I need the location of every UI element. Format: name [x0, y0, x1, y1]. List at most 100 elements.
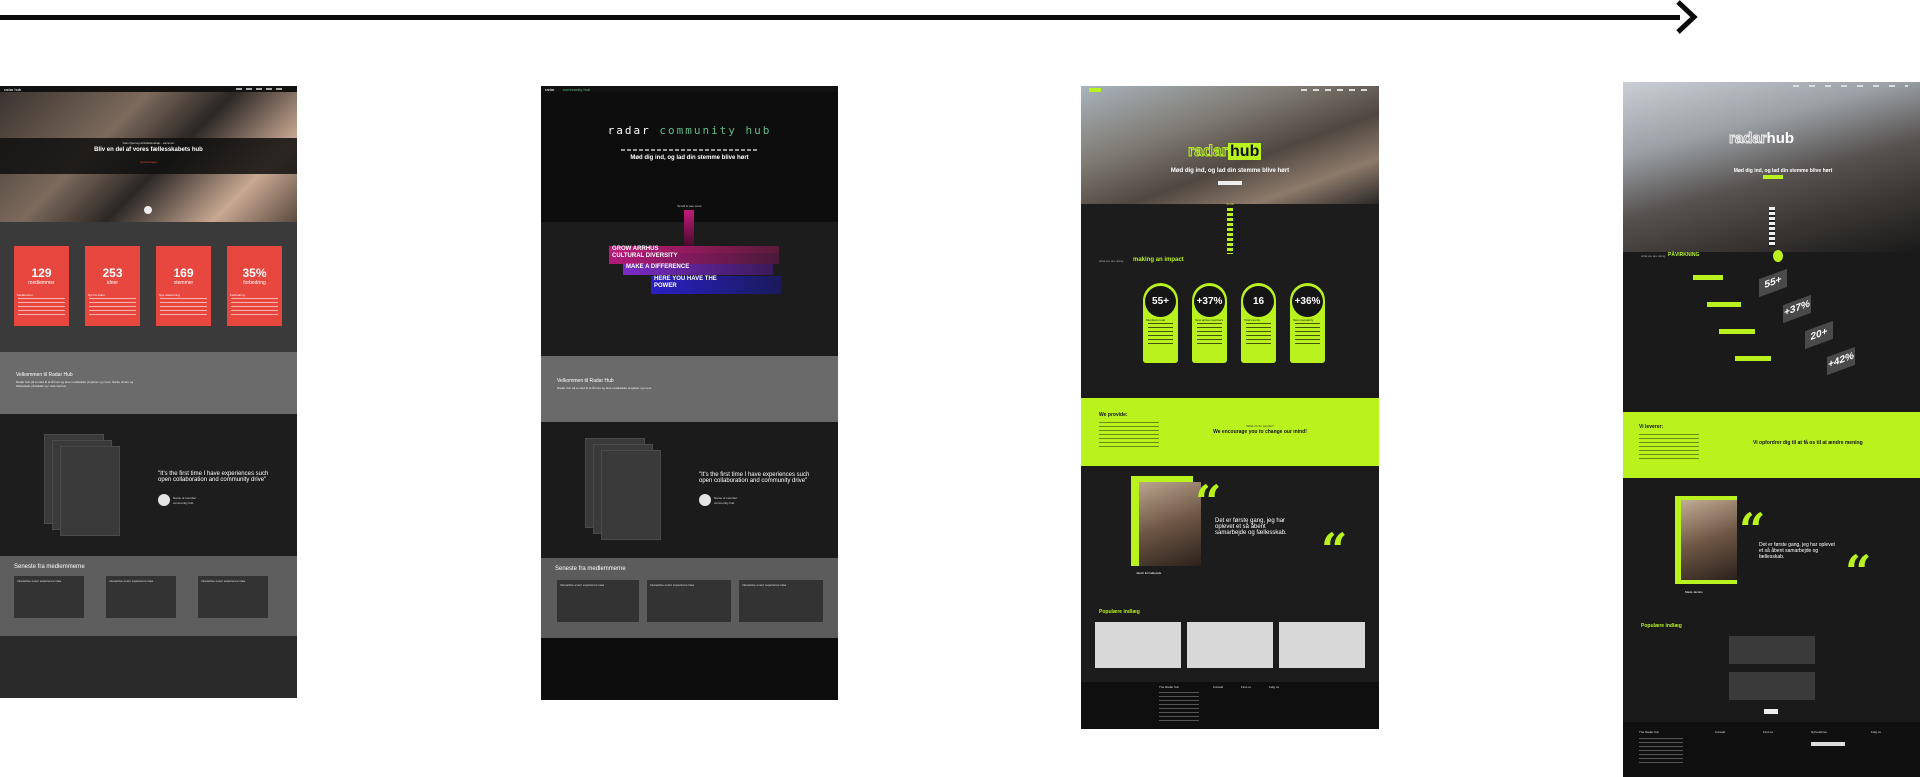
- member-photo: [1139, 482, 1201, 566]
- arrow-right-icon: [1676, 0, 1698, 34]
- scroll-indicator[interactable]: [684, 210, 694, 250]
- hero-kicker: Dein hjemag artistfellesskap - sammen: [122, 141, 175, 145]
- member-photo: [1681, 500, 1737, 580]
- hero-title-b: community hub: [659, 124, 772, 137]
- design-iteration-3: radar hub Mød dig ind, og lad din stemme …: [1081, 86, 1379, 729]
- impact-step: +37%: [1783, 294, 1811, 324]
- mission-bar: CULTURAL DIVERSITY: [609, 253, 779, 264]
- stat-card: 35% forbedring Forbedring: [227, 246, 282, 326]
- scroll-down-icon[interactable]: [144, 206, 152, 214]
- newsletter-input[interactable]: [1811, 742, 1845, 746]
- reviews-section: Seneste fra medlemmerne Interactive even…: [541, 558, 838, 638]
- hero-cta-button[interactable]: [1218, 181, 1242, 185]
- review-card[interactable]: Interactive event experience idea: [106, 576, 176, 618]
- stat-label: stemmer: [173, 280, 194, 286]
- post-card[interactable]: [1729, 672, 1815, 700]
- nav-links[interactable]: [236, 88, 286, 90]
- impact-text: [1197, 323, 1222, 347]
- review-card[interactable]: Interactive event experience idea: [557, 580, 639, 622]
- impact-small-label: what we are doing: [1099, 259, 1124, 263]
- nav-logo-sub: community hub: [563, 87, 591, 92]
- nav-bar: radar community hub: [541, 86, 838, 92]
- nav-logo[interactable]: radar: [545, 87, 554, 92]
- review-card[interactable]: Interactive event experience idea: [647, 580, 731, 622]
- impact-step: +42%: [1827, 346, 1855, 376]
- stat-label: forbedring: [243, 280, 266, 286]
- welcome-text: Radar hub på et sted til at få hørt og l…: [557, 386, 652, 390]
- post-card[interactable]: [1279, 622, 1365, 668]
- quote-author: Name of member: [173, 496, 197, 500]
- mission-bar-text: POWER: [654, 283, 677, 289]
- quote-open-icon: “: [1195, 475, 1222, 529]
- impact-stat: 16 Total events: [1241, 283, 1276, 363]
- stat-card: 129 medlemmer Medlemmer: [14, 246, 69, 326]
- post-card[interactable]: [1095, 622, 1181, 668]
- review-card[interactable]: Interactive event experience idea: [198, 576, 268, 618]
- hero-cta-button[interactable]: [1763, 175, 1783, 179]
- stat-title: Forbedring: [230, 293, 245, 297]
- hero-kicker: [621, 149, 758, 151]
- post-card[interactable]: [1729, 636, 1815, 664]
- impact-tag: [1735, 356, 1771, 361]
- footer: The Radar hub Kontakt Find os Nyhedsbrev…: [1623, 722, 1920, 777]
- testimonial-quote: "It's the first time I have experiences …: [699, 472, 810, 484]
- stat-number: 169: [173, 266, 194, 280]
- provide-title: Vi leverer:: [1639, 424, 1664, 430]
- mission-bar-text: CULTURAL DIVERSITY: [612, 253, 678, 259]
- provide-list: [1639, 434, 1699, 460]
- scroll-indicator[interactable]: [1769, 207, 1775, 247]
- footer: The Radar hub Kontakt Find os Følg os: [1081, 682, 1379, 729]
- review-card[interactable]: Interactive event experience idea: [14, 576, 84, 618]
- provide-section: We provide: What it's for people? We enc…: [1081, 398, 1379, 466]
- hero-logo-b: hub: [1766, 130, 1795, 147]
- design-iteration-2: radar community hub radar community hub …: [541, 86, 838, 700]
- impact-text: [1295, 323, 1320, 347]
- impact-title: Total events: [1244, 318, 1261, 322]
- load-more-button[interactable]: [1764, 709, 1778, 714]
- hero-title: Bliv en del af vores fællesskabets hub: [94, 147, 203, 153]
- hero-title: radar community hub: [541, 124, 838, 137]
- nav-links[interactable]: [1301, 89, 1371, 91]
- avatar: [699, 494, 711, 506]
- hero-logo-a: radar: [1729, 130, 1768, 148]
- quote-close-icon: “: [1321, 523, 1348, 577]
- impact-text: [1148, 323, 1173, 347]
- review-title: Interactive event experience idea: [201, 579, 246, 583]
- scroll-indicator[interactable]: [1227, 208, 1233, 254]
- paper-stack-image: [60, 446, 120, 536]
- hero-logo-a: radar: [1187, 143, 1229, 161]
- stat-title: Nyt fra siden: [88, 293, 105, 297]
- footer-text: [1159, 692, 1199, 722]
- provide-title: We provide:: [1099, 412, 1128, 418]
- review-title: Interactive event experience idea: [17, 579, 62, 583]
- impact-number: 55+: [1145, 286, 1176, 317]
- review-title: Interactive event experience idea: [560, 583, 605, 587]
- quote-author: Jacob Et Falkeside: [1136, 571, 1162, 575]
- stat-label: ideer: [106, 280, 119, 286]
- hero-cta[interactable]: Opret bruger: [0, 160, 297, 164]
- nav-links[interactable]: [1793, 85, 1908, 87]
- welcome-section: Velkommen til Radar Hub Radar hub på et …: [541, 356, 838, 422]
- footer-col: Find os: [1241, 685, 1251, 689]
- review-title: Interactive event experience idea: [742, 583, 787, 587]
- popular-title: Populære indlæg: [1099, 609, 1140, 615]
- mission-bar: POWER: [651, 283, 781, 294]
- footer-col: Følg os: [1871, 730, 1882, 734]
- impact-title: making an impact: [1133, 257, 1184, 263]
- hero-subtitle: Mød dig ind, og lad din stemme blive hør…: [630, 155, 749, 161]
- review-card[interactable]: Interactive event experience idea: [739, 580, 823, 622]
- footer-col: Følg os: [1269, 685, 1280, 689]
- stat-card: 169 stemmer Nye afstemning: [156, 246, 211, 326]
- reviews-title: Seneste fra medlemmerne: [14, 564, 85, 570]
- popular-title: Populære indlæg: [1641, 623, 1682, 629]
- footer-col: Find os: [1763, 730, 1773, 734]
- mission-bar-text: MAKE A DIFFERENCE: [626, 264, 690, 270]
- welcome-text: Radar hub på et sted til at få hørt og l…: [16, 380, 134, 388]
- footer-text: [1639, 738, 1683, 766]
- review-title: Interactive event experience idea: [650, 583, 695, 587]
- post-card[interactable]: [1187, 622, 1273, 668]
- welcome-title: Velkommen til Radar Hub: [557, 378, 614, 384]
- nav-logo[interactable]: [1089, 88, 1101, 92]
- stat-text: [18, 298, 65, 318]
- mission-bar: MAKE A DIFFERENCE: [623, 264, 773, 275]
